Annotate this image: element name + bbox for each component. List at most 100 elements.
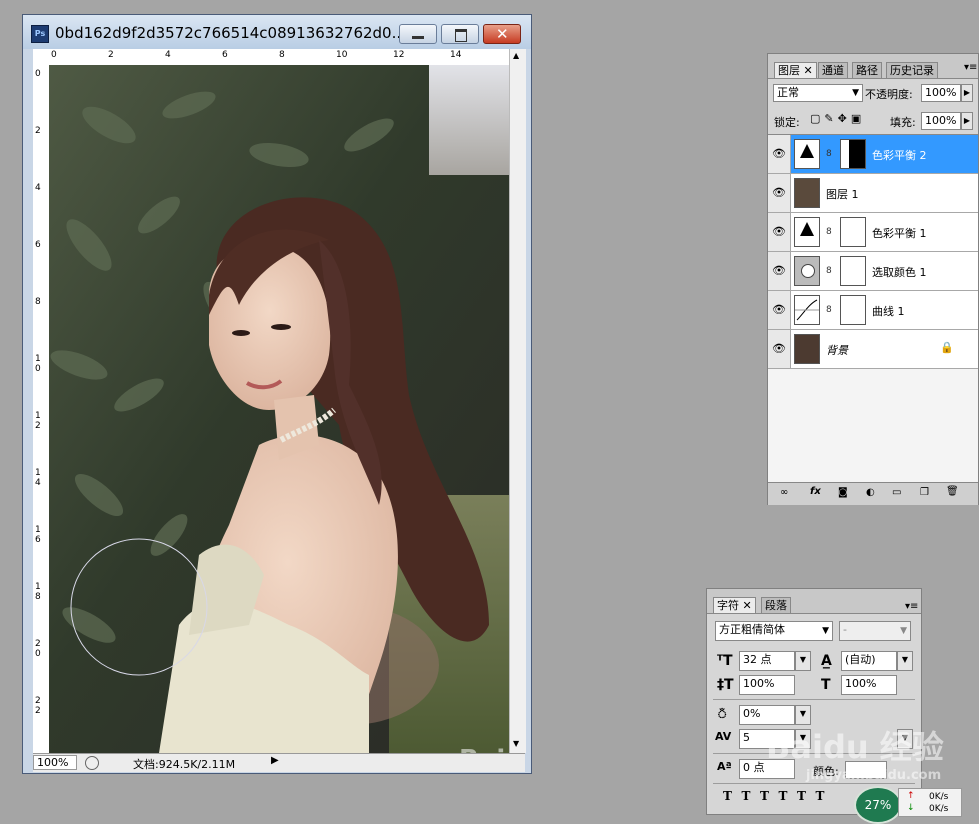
layer-row[interactable]: 👁 背景 🔒 bbox=[768, 330, 978, 369]
ruler-tick-label: 4 bbox=[165, 50, 171, 60]
adjustment-icon[interactable]: ◐ bbox=[866, 487, 875, 498]
layer-name: 色彩平衡 2 bbox=[872, 149, 927, 162]
lock-icons[interactable]: ▢✎✥▣ bbox=[810, 112, 865, 125]
image-thumb bbox=[794, 334, 820, 364]
photoshop-icon: Ps bbox=[31, 25, 49, 43]
opacity-arrow-icon[interactable]: ▶ bbox=[961, 84, 973, 102]
layers-list: 👁 8 色彩平衡 2 👁 图层 1 👁 8 色彩平衡 1 👁 8 选取颜色 1 … bbox=[768, 134, 978, 483]
eye-icon[interactable]: 👁 bbox=[768, 213, 791, 251]
layer-row[interactable]: 👁 8 选取颜色 1 bbox=[768, 252, 978, 291]
tab-history[interactable]: 历史记录 bbox=[886, 62, 938, 78]
trash-icon[interactable]: 🗑 bbox=[946, 486, 959, 497]
ruler-tick-label: 8 bbox=[279, 50, 285, 60]
selective-color-thumb-icon bbox=[794, 256, 820, 286]
eye-icon[interactable]: 👁 bbox=[768, 135, 791, 173]
folder-icon[interactable]: ▭ bbox=[892, 487, 901, 498]
fill-arrow-icon[interactable]: ▶ bbox=[961, 112, 973, 130]
chain-icon: 8 bbox=[826, 266, 832, 276]
layer-name: 色彩平衡 1 bbox=[872, 227, 927, 240]
mask-icon[interactable]: ◙ bbox=[838, 487, 848, 498]
ruler-tick-label: 0 bbox=[51, 50, 57, 60]
baseline-shift-icon: Aª bbox=[717, 760, 732, 773]
divider bbox=[713, 783, 915, 784]
font-size-input[interactable]: 32 点 bbox=[739, 651, 795, 671]
document-size: 文档:924.5K/2.11M bbox=[133, 758, 236, 771]
layer-name: 图层 1 bbox=[826, 188, 859, 201]
vertical-scrollbar[interactable]: ▲ ▼ bbox=[509, 49, 526, 753]
tab-character[interactable]: 字符 ✕ bbox=[713, 597, 756, 613]
scroll-down-icon[interactable]: ▼ bbox=[513, 739, 519, 748]
fill-label: 填充: bbox=[890, 116, 916, 129]
layer-row[interactable]: 👁 图层 1 bbox=[768, 174, 978, 213]
panel-menu-icon[interactable]: ▾≡ bbox=[905, 601, 918, 612]
layer-name: 曲线 1 bbox=[872, 305, 905, 318]
fill-input[interactable]: 100% bbox=[921, 112, 961, 130]
blend-mode-select[interactable]: 正常 ▼ bbox=[773, 84, 863, 102]
mask-thumb bbox=[840, 295, 866, 325]
ruler-tick-label: 10 bbox=[35, 354, 41, 374]
ruler-tick-label: 6 bbox=[35, 240, 41, 250]
ruler-tick-label: 18 bbox=[35, 582, 41, 602]
new-layer-icon[interactable]: ❐ bbox=[920, 487, 929, 498]
ruler-tick-label: 14 bbox=[35, 468, 41, 488]
layer-row[interactable]: 👁 8 曲线 1 bbox=[768, 291, 978, 330]
mask-thumb bbox=[840, 139, 866, 169]
horizontal-ruler: 0 2 4 6 8 10 12 14 bbox=[33, 49, 521, 66]
vertical-ruler: 0 2 4 6 8 10 12 14 16 18 20 22 bbox=[33, 65, 50, 753]
image-canvas[interactable]: Baidu 经验 bbox=[49, 65, 509, 753]
eye-icon[interactable]: 👁 bbox=[768, 252, 791, 290]
tab-layers-label: 图层 bbox=[778, 64, 800, 77]
ruler-tick-label: 20 bbox=[35, 639, 41, 659]
download-icon: ↓ bbox=[907, 803, 915, 813]
eye-icon[interactable]: 👁 bbox=[768, 174, 791, 212]
eye-icon[interactable]: 👁 bbox=[768, 330, 791, 368]
chevron-down-icon[interactable]: ▼ bbox=[795, 651, 811, 671]
ruler-tick-label: 10 bbox=[336, 50, 348, 60]
chain-icon: 8 bbox=[826, 149, 832, 159]
vertical-scale-input[interactable]: 100% bbox=[739, 675, 795, 695]
tab-paths[interactable]: 路径 bbox=[852, 62, 882, 78]
zoom-field[interactable]: 100% bbox=[33, 755, 77, 770]
layer-row[interactable]: 👁 8 色彩平衡 1 bbox=[768, 213, 978, 252]
leading-input[interactable]: (自动) bbox=[841, 651, 897, 671]
ruler-tick-label: 2 bbox=[35, 126, 41, 136]
layer-row[interactable]: 👁 8 色彩平衡 2 bbox=[768, 135, 978, 174]
blend-mode-value: 正常 bbox=[777, 86, 799, 99]
title-bar[interactable]: Ps 0bd162d9f2d3572c766514c08913632762d0.… bbox=[23, 15, 531, 49]
font-family-select[interactable]: 方正粗倩简体 ▼ bbox=[715, 621, 833, 641]
panel-menu-icon[interactable]: ▾≡ bbox=[964, 62, 977, 73]
minimize-icon bbox=[412, 36, 424, 39]
maximize-button[interactable] bbox=[441, 24, 479, 44]
scroll-up-icon[interactable]: ▲ bbox=[513, 51, 519, 60]
close-button[interactable]: ✕ bbox=[483, 24, 521, 44]
tab-paragraph[interactable]: 段落 bbox=[761, 597, 791, 613]
text-style-icons[interactable]: TTTTTT bbox=[723, 789, 834, 803]
link-icon[interactable]: ∞ bbox=[780, 487, 788, 498]
close-icon: ✕ bbox=[496, 25, 509, 43]
status-arrow-icon[interactable]: ▶ bbox=[271, 755, 279, 766]
net-speed-box: ↑ 0K/s ↓ 0K/s bbox=[898, 788, 962, 817]
opacity-input[interactable]: 100% bbox=[921, 84, 961, 102]
chevron-down-icon: ▼ bbox=[822, 626, 829, 636]
chain-icon: 8 bbox=[826, 227, 832, 237]
eye-icon[interactable]: 👁 bbox=[768, 291, 791, 329]
ruler-tick-label: 12 bbox=[35, 411, 41, 431]
ruler-tick-label: 0 bbox=[35, 69, 41, 79]
net-percent-badge[interactable]: 27% bbox=[854, 786, 902, 824]
character-tab-row: 字符 ✕ 段落 ▾≡ bbox=[707, 589, 921, 614]
ruler-tick-label: 4 bbox=[35, 183, 41, 193]
font-style-select[interactable]: - ▼ bbox=[839, 621, 911, 641]
vertical-scale-icon: ‡T bbox=[717, 677, 734, 693]
horizontal-scale-input[interactable]: 100% bbox=[841, 675, 897, 695]
tab-channels[interactable]: 通道 bbox=[818, 62, 848, 78]
photo bbox=[49, 65, 509, 753]
tab-layers[interactable]: 图层 ✕ bbox=[774, 62, 817, 78]
status-menu-icon[interactable] bbox=[85, 756, 99, 770]
minimize-button[interactable] bbox=[399, 24, 437, 44]
fx-icon[interactable]: fx bbox=[810, 486, 821, 497]
ruler-tick-label: 6 bbox=[222, 50, 228, 60]
chevron-down-icon[interactable]: ▼ bbox=[897, 651, 913, 671]
mask-thumb bbox=[840, 256, 866, 286]
adjustment-thumb-icon bbox=[794, 139, 820, 169]
layers-tab-row: 图层 ✕ 通道 路径 历史记录 ▾≡ bbox=[768, 54, 978, 79]
